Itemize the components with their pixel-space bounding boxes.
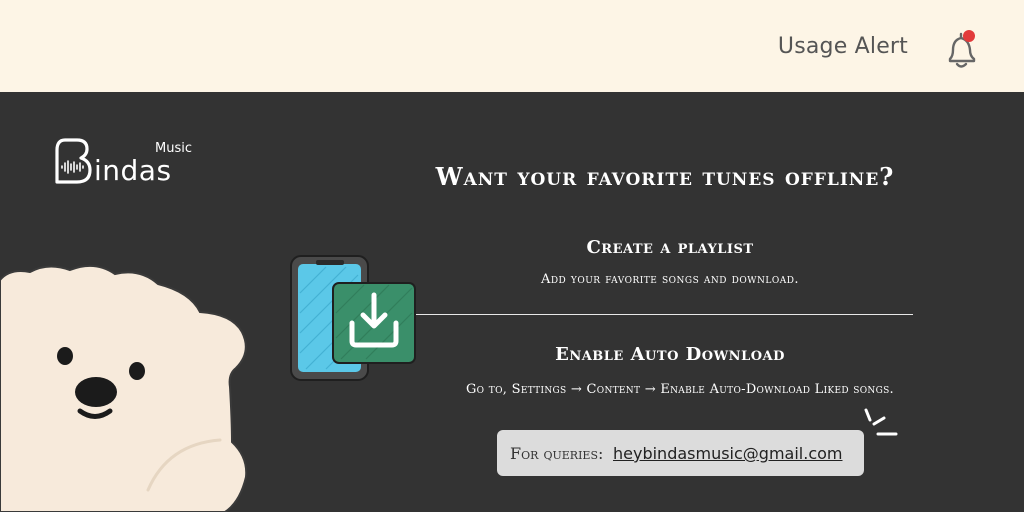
bell-icon[interactable]: [942, 28, 982, 72]
bear-illustration: [0, 264, 248, 512]
support-email-link[interactable]: heybindasmusic@gmail.com: [613, 444, 843, 463]
section-auto-download-title: Enable Auto Download: [555, 344, 785, 365]
notification-dot: [963, 30, 975, 42]
brand-tag: Music: [155, 141, 192, 156]
divider: [416, 314, 913, 315]
section-auto-download-desc: Go to, Settings → Content → Enable Auto-…: [465, 382, 894, 397]
usage-alert-label[interactable]: Usage Alert: [778, 34, 908, 59]
top-bar: Usage Alert: [0, 0, 1024, 92]
brand-name: indas: [94, 154, 172, 187]
queries-box: For queries: heybindasmusic@gmail.com: [497, 430, 864, 476]
sparkle-icon: [864, 408, 898, 436]
phone-download-icon: [290, 255, 416, 381]
section-create-playlist-desc: Add your favorite songs and download.: [540, 272, 800, 287]
section-create-playlist-title: Create a playlist: [586, 237, 754, 258]
queries-label: For queries:: [510, 444, 604, 463]
headline: Want your favorite tunes offline?: [435, 162, 895, 191]
